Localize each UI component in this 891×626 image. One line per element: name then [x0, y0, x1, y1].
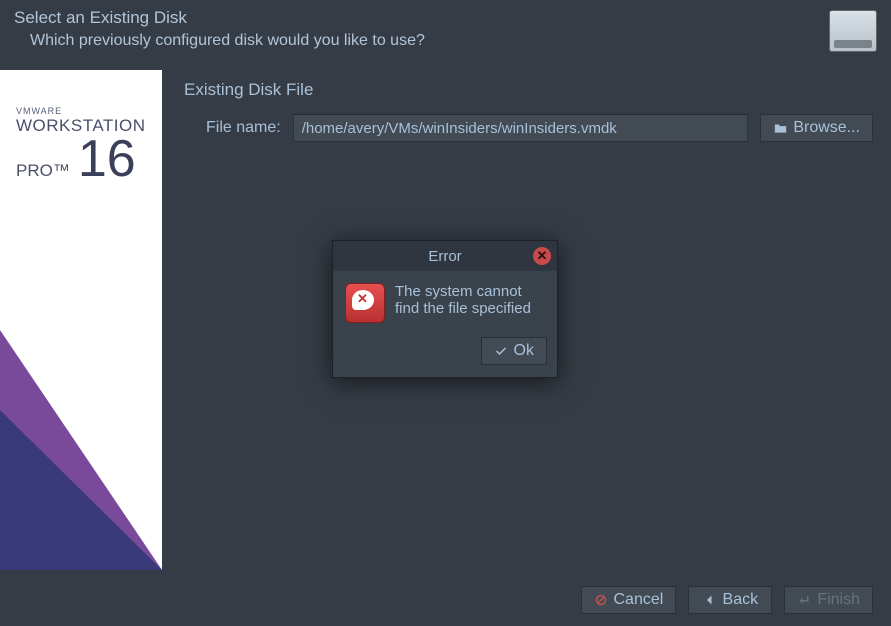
file-label: File name:	[206, 119, 281, 137]
ok-button[interactable]: Ok	[481, 337, 547, 365]
check-icon	[494, 344, 508, 358]
dialog-title: Error	[428, 248, 461, 265]
file-name-input[interactable]	[293, 114, 749, 142]
error-icon	[345, 283, 385, 323]
section-title: Existing Disk File	[184, 80, 873, 100]
logo-brand-version: 16	[78, 136, 136, 183]
arrow-left-icon	[703, 593, 717, 607]
dialog-message: The system cannot find the file specifie…	[395, 283, 545, 323]
prohibit-icon	[594, 593, 608, 607]
wizard-header: Select an Existing Disk Which previously…	[0, 0, 891, 70]
ok-label: Ok	[514, 342, 534, 360]
wizard-footer: Cancel Back Finish	[0, 574, 891, 626]
browse-button[interactable]: Browse...	[760, 114, 873, 142]
close-icon: ✕	[537, 248, 548, 264]
dialog-actions: Ok	[333, 331, 557, 377]
page-subtitle: Which previously configured disk would y…	[14, 28, 425, 50]
logo-brand-small: VMWARE	[16, 106, 152, 116]
cancel-button[interactable]: Cancel	[581, 586, 677, 614]
sidebar-branding: VMWARE WORKSTATION PRO™ 16	[0, 70, 162, 570]
folder-icon	[773, 121, 787, 135]
decorative-triangle	[0, 410, 162, 570]
cancel-label: Cancel	[614, 591, 664, 609]
back-label: Back	[723, 591, 759, 609]
back-button[interactable]: Back	[688, 586, 772, 614]
dialog-titlebar[interactable]: Error ✕	[333, 241, 557, 271]
logo-brand-pro: PRO™	[16, 161, 70, 181]
dialog-body: The system cannot find the file specifie…	[333, 271, 557, 331]
page-title: Select an Existing Disk	[14, 8, 425, 28]
error-dialog: Error ✕ The system cannot find the file …	[332, 240, 558, 378]
disk-icon	[829, 10, 877, 52]
finish-button: Finish	[784, 586, 873, 614]
file-field-row: File name: Browse...	[184, 114, 873, 142]
finish-label: Finish	[817, 591, 860, 609]
vmware-logo: VMWARE WORKSTATION PRO™ 16	[0, 70, 162, 183]
browse-label: Browse...	[793, 119, 860, 137]
header-text: Select an Existing Disk Which previously…	[14, 6, 425, 50]
enter-icon	[797, 593, 811, 607]
dialog-close-button[interactable]: ✕	[533, 247, 551, 265]
